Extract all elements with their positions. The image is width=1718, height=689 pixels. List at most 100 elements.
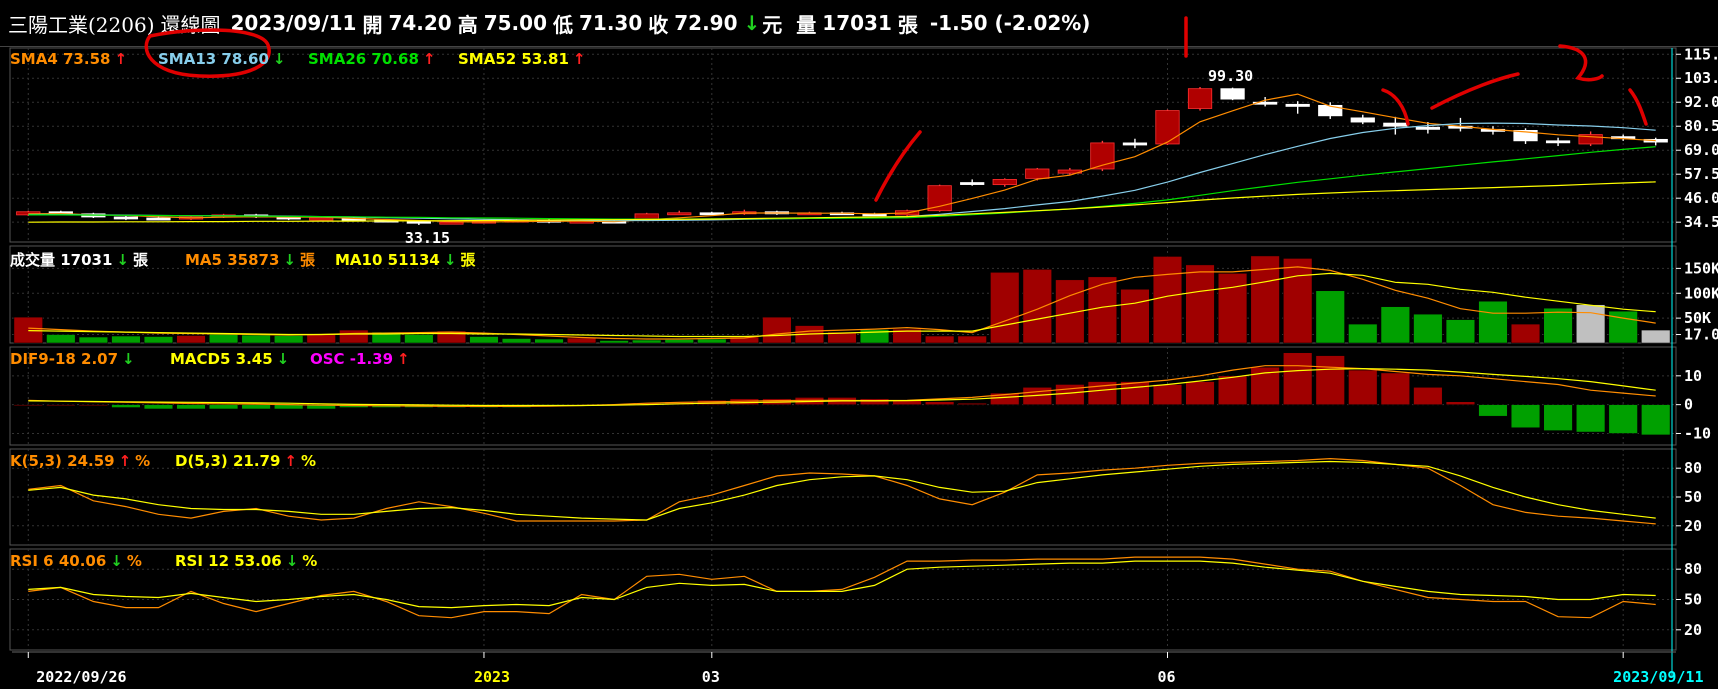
volume-bar bbox=[762, 316, 792, 344]
chart-canvas[interactable]: 115.0 103.5 92.0 80.5 69.0 57.5 46.0 34.5 99.30 3… bbox=[0, 0, 1718, 689]
down-arrow-icon: ↓ bbox=[443, 251, 457, 269]
down-arrow-icon: ↓ bbox=[110, 552, 123, 570]
hand-drawn-annotation bbox=[1628, 88, 1648, 126]
down-arrow-icon: ↓ bbox=[283, 251, 296, 269]
macd-legend-0: DIF9-18 2.07 ↓ bbox=[10, 350, 139, 368]
legend-value: MACD5 3.45 bbox=[170, 350, 273, 368]
up-arrow-icon: ↑ bbox=[572, 50, 586, 68]
up-arrow-icon: ↑ bbox=[397, 350, 410, 368]
price-tick-label: 115.0 bbox=[1684, 45, 1718, 63]
osc-bar bbox=[1413, 387, 1443, 405]
osc-bar bbox=[208, 404, 239, 410]
osc-bar bbox=[925, 401, 955, 405]
osc-bar bbox=[13, 404, 43, 406]
volume-bar bbox=[664, 339, 694, 344]
rsi-tick-label: 20 bbox=[1684, 621, 1702, 639]
up-arrow-icon: ↑ bbox=[422, 50, 436, 68]
osc-bar bbox=[176, 404, 206, 410]
legend-value: SMA26 70.68 bbox=[308, 50, 419, 68]
hand-drawn-annotation bbox=[1558, 44, 1604, 82]
legend-unit: % bbox=[302, 552, 318, 570]
x-tick-label: 2022/09/26 bbox=[36, 668, 126, 686]
volume-bar bbox=[632, 339, 662, 344]
volume-bar bbox=[697, 338, 727, 344]
rsi-tick-label: 50 bbox=[1684, 591, 1702, 609]
price-tick-label: 80.5 bbox=[1684, 117, 1718, 135]
kd-tick-label: 20 bbox=[1684, 517, 1702, 535]
volume-bar bbox=[1478, 300, 1508, 344]
volume-bar bbox=[599, 340, 629, 344]
price-legend-3: SMA52 53.81 ↑ bbox=[458, 50, 589, 68]
volume-bar bbox=[1445, 319, 1476, 344]
macd-tick-label: 0 bbox=[1684, 396, 1693, 414]
legend-value: SMA4 73.58 bbox=[10, 50, 111, 68]
candle-body bbox=[1318, 104, 1343, 117]
volume-bar bbox=[306, 334, 336, 344]
candle-body bbox=[667, 212, 692, 216]
legend-value: MA5 35873 bbox=[185, 251, 280, 269]
legend-unit: % bbox=[300, 452, 317, 470]
rsi-legend-0: RSI 6 40.06 ↓% bbox=[10, 552, 146, 570]
macd-legend-1: MACD5 3.45 ↓ bbox=[170, 350, 293, 368]
candle-body bbox=[992, 179, 1017, 186]
volume-tick-label: 17.0K bbox=[1684, 326, 1718, 344]
osc-bar bbox=[46, 404, 76, 406]
candle-body bbox=[1383, 122, 1408, 127]
price-tick-label: 69.0 bbox=[1684, 141, 1718, 159]
legend-value: SMA13 78.60 bbox=[158, 50, 269, 68]
volume-bar bbox=[1185, 264, 1215, 344]
candle-body bbox=[1187, 88, 1213, 109]
volume-bar bbox=[1087, 276, 1117, 344]
volume-bar bbox=[241, 334, 271, 344]
osc-bar bbox=[1315, 355, 1345, 405]
hand-drawn-annotation bbox=[1430, 72, 1520, 110]
stock-chart-window: 三陽工業(2206) 還線圖 2023/09/11 開 74.20 高 75.0… bbox=[0, 0, 1718, 689]
x-tick-label: 2023/09/11 bbox=[1613, 668, 1703, 686]
volume-bar bbox=[534, 338, 564, 344]
legend-unit: 張 bbox=[460, 251, 476, 269]
macd-legend-2: OSC -1.39 ↑ bbox=[310, 350, 414, 368]
candle-body bbox=[1220, 88, 1245, 100]
volume-bar bbox=[404, 334, 434, 344]
volume-bar bbox=[1641, 329, 1671, 344]
osc-bar bbox=[1608, 404, 1638, 434]
x-tick-label: 03 bbox=[702, 668, 720, 686]
dif-line bbox=[28, 365, 1656, 407]
volume-tick-label: 100K bbox=[1684, 284, 1718, 302]
osc-bar bbox=[1641, 404, 1671, 436]
osc-bar bbox=[111, 404, 141, 408]
legend-value: OSC -1.39 bbox=[310, 350, 394, 368]
x-tick-label: 06 bbox=[1157, 668, 1175, 686]
legend-unit: 張 bbox=[133, 251, 149, 269]
up-arrow-icon: ↑ bbox=[114, 50, 128, 68]
down-arrow-icon: ↓ bbox=[122, 350, 135, 368]
legend-value: RSI 6 40.06 bbox=[10, 552, 107, 570]
volume-bar bbox=[1413, 313, 1443, 344]
osc-bar bbox=[1185, 381, 1215, 405]
osc-bar bbox=[1478, 404, 1508, 417]
volume-legend-2: MA10 51134 ↓ 張 bbox=[335, 249, 479, 270]
candle-body bbox=[1545, 140, 1571, 144]
sma26-line bbox=[28, 146, 1656, 220]
rsi-tick-label: 80 bbox=[1684, 560, 1702, 578]
volume-bar bbox=[1218, 273, 1248, 344]
osc-bar bbox=[1348, 369, 1378, 405]
volume-bar bbox=[111, 335, 141, 344]
volume-legend-0: 成交量 17031 ↓ 張 bbox=[10, 249, 152, 270]
volume-bar bbox=[1380, 306, 1410, 344]
legend-value: SMA52 53.81 bbox=[458, 50, 569, 68]
low-annotation: 33.15 bbox=[405, 229, 450, 247]
price-tick-label: 57.5 bbox=[1684, 165, 1718, 183]
osc-bar bbox=[143, 404, 174, 410]
kd-legend-1: D(5,3) 21.79 ↑% bbox=[175, 452, 320, 470]
volume-bar bbox=[339, 329, 369, 344]
volume-bar bbox=[567, 337, 597, 344]
down-arrow-icon: ↓ bbox=[272, 50, 286, 68]
volume-bar bbox=[274, 335, 304, 344]
macd-tick-label: 10 bbox=[1684, 367, 1702, 385]
candle-body bbox=[1350, 117, 1375, 123]
legend-value: 成交量 17031 bbox=[10, 251, 113, 269]
macd-tick-label: -10 bbox=[1684, 424, 1711, 442]
candle-body bbox=[1415, 126, 1440, 130]
kd-tick-label: 80 bbox=[1684, 459, 1702, 477]
